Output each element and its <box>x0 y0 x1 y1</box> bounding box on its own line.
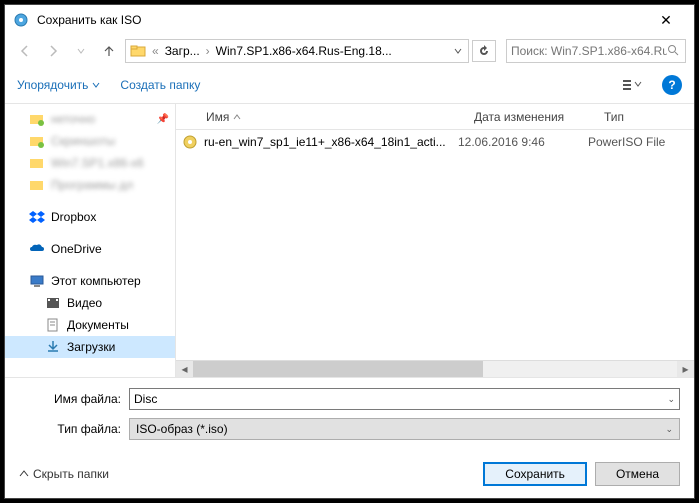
forward-button[interactable] <box>41 39 65 63</box>
video-icon <box>45 295 61 311</box>
sidebar-item[interactable]: неточно📌 <box>5 108 175 130</box>
toolbar: Упорядочить Создать папку ? <box>5 67 694 103</box>
up-button[interactable] <box>97 39 121 63</box>
filename-input-wrapper: ⌄ <box>129 388 680 410</box>
iso-file-icon <box>182 134 198 150</box>
dropbox-icon <box>29 209 45 225</box>
new-folder-button[interactable]: Создать папку <box>120 78 200 92</box>
horizontal-scrollbar[interactable]: ◂ ▸ <box>176 360 694 377</box>
back-button[interactable] <box>13 39 37 63</box>
file-row[interactable]: ru-en_win7_sp1_ie11+_x86-x64_18in1_acti.… <box>176 130 694 154</box>
filename-dropdown[interactable]: ⌄ <box>667 394 675 405</box>
refresh-button[interactable] <box>472 40 496 62</box>
sidebar-item-onedrive[interactable]: OneDrive <box>5 238 175 260</box>
documents-icon <box>45 317 61 333</box>
chevron-down-icon: ⌄ <box>665 424 673 435</box>
sidebar-item-downloads[interactable]: Загрузки <box>5 336 175 358</box>
scroll-right-icon[interactable]: ▸ <box>677 361 694 378</box>
address-bar[interactable]: « Загр... › Win7.SP1.x86-x64.Rus-Eng.18.… <box>125 39 469 63</box>
folder-icon <box>130 43 146 59</box>
sidebar-item[interactable]: Программы дл <box>5 174 175 196</box>
column-name[interactable]: Имя <box>196 110 464 124</box>
filetype-value: ISO-образ (*.iso) <box>136 422 665 436</box>
chevron-up-icon <box>19 469 29 479</box>
file-date: 12.06.2016 9:46 <box>458 135 588 149</box>
computer-icon <box>29 273 45 289</box>
filename-input[interactable] <box>134 392 667 406</box>
close-button[interactable]: ✕ <box>646 12 686 29</box>
chevron-right-icon: › <box>204 44 212 58</box>
breadcrumb-sep: « <box>150 44 161 58</box>
file-type: PowerISO File <box>588 135 688 149</box>
onedrive-icon <box>29 241 45 257</box>
titlebar: Сохранить как ISO ✕ <box>5 5 694 35</box>
help-button[interactable]: ? <box>662 75 682 95</box>
nav-row: « Загр... › Win7.SP1.x86-x64.Rus-Eng.18.… <box>5 35 694 67</box>
scroll-thumb[interactable] <box>193 361 483 378</box>
column-type[interactable]: Тип <box>594 110 694 124</box>
main-area: Имя Дата изменения Тип ru-en_win7_sp1_ie… <box>175 104 694 377</box>
search-icon <box>667 44 681 58</box>
hide-folders-toggle[interactable]: Скрыть папки <box>19 467 109 481</box>
search-box[interactable] <box>506 39 686 63</box>
pin-icon: 📌 <box>157 114 169 125</box>
column-headers: Имя Дата изменения Тип <box>176 104 694 130</box>
search-input[interactable] <box>511 44 667 58</box>
filetype-label: Тип файла: <box>19 422 129 436</box>
breadcrumb-2[interactable]: Win7.SP1.x86-x64.Rus-Eng.18... <box>212 44 396 58</box>
app-icon <box>13 12 29 28</box>
filetype-combo[interactable]: ISO-образ (*.iso) ⌄ <box>129 418 680 440</box>
filename-label: Имя файла: <box>19 392 129 406</box>
file-list: ru-en_win7_sp1_ie11+_x86-x64_18in1_acti.… <box>176 130 694 360</box>
view-options-button[interactable] <box>614 73 650 97</box>
body: неточно📌 Скриншоты Win7.SP1.x86-x6 Прогр… <box>5 103 694 377</box>
sidebar: неточно📌 Скриншоты Win7.SP1.x86-x6 Прогр… <box>5 104 175 377</box>
sidebar-item-documents[interactable]: Документы <box>5 314 175 336</box>
recent-dropdown[interactable] <box>69 39 93 63</box>
scroll-track[interactable] <box>193 361 677 378</box>
filename-area: Имя файла: ⌄ Тип файла: ISO-образ (*.iso… <box>5 377 694 454</box>
footer: Скрыть папки Сохранить Отмена <box>5 454 694 498</box>
organize-menu[interactable]: Упорядочить <box>17 78 100 92</box>
save-dialog: Сохранить как ISO ✕ « Загр... › Win7.SP1… <box>4 4 695 499</box>
sidebar-item[interactable]: Win7.SP1.x86-x6 <box>5 152 175 174</box>
column-date[interactable]: Дата изменения <box>464 110 594 124</box>
sidebar-item-video[interactable]: Видео <box>5 292 175 314</box>
address-dropdown[interactable] <box>452 47 464 55</box>
sidebar-item-dropbox[interactable]: Dropbox <box>5 206 175 228</box>
chevron-down-icon <box>92 81 100 89</box>
cancel-button[interactable]: Отмена <box>595 462 680 486</box>
window-title: Сохранить как ISO <box>37 13 646 27</box>
downloads-icon <box>45 339 61 355</box>
sort-icon <box>233 113 241 121</box>
sidebar-item[interactable]: Скриншоты <box>5 130 175 152</box>
save-button[interactable]: Сохранить <box>483 462 587 486</box>
scroll-left-icon[interactable]: ◂ <box>176 361 193 378</box>
file-name: ru-en_win7_sp1_ie11+_x86-x64_18in1_acti.… <box>204 135 458 149</box>
breadcrumb-1[interactable]: Загр... <box>161 44 204 58</box>
sidebar-item-thispc[interactable]: Этот компьютер <box>5 270 175 292</box>
